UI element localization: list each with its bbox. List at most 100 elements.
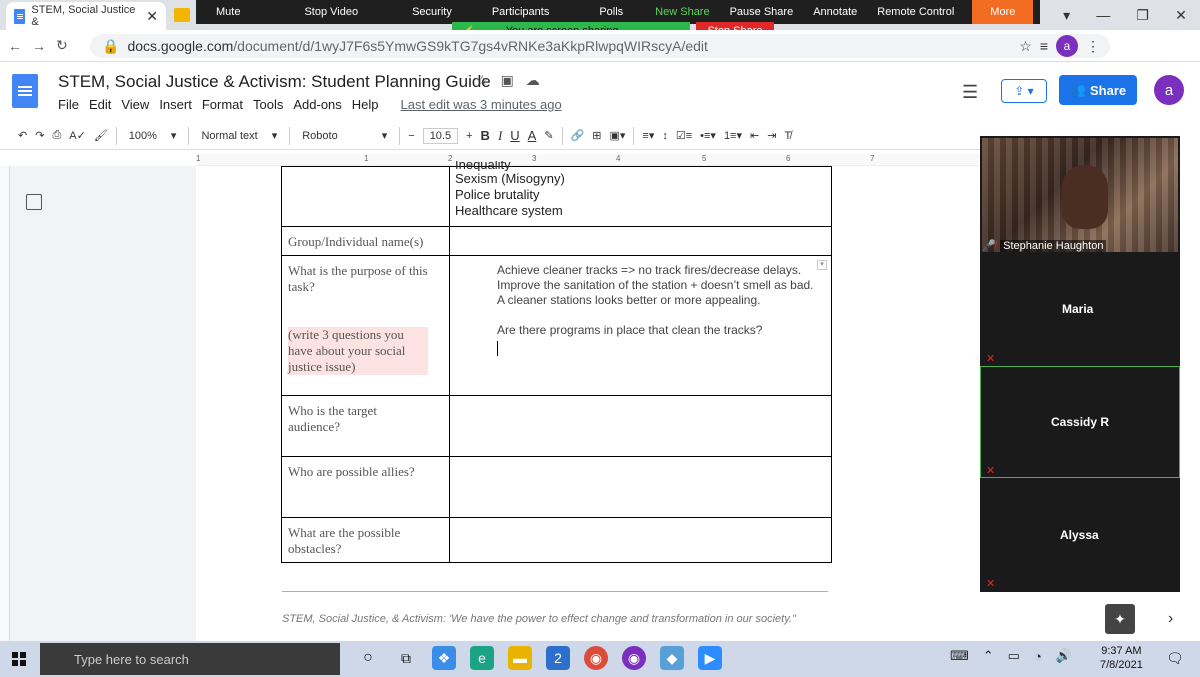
font-size-input[interactable]: 10.5 (422, 127, 459, 144)
restore-icon[interactable]: ❐ (1136, 7, 1149, 24)
table-cell-answer[interactable]: Achieve cleaner tracks => no track fires… (449, 255, 832, 396)
table-cell-answer[interactable] (449, 456, 832, 518)
bold-icon[interactable]: B (481, 128, 490, 143)
redo-icon[interactable]: ↷ (35, 129, 44, 142)
explore-icon[interactable]: ✦ (1105, 604, 1135, 634)
taskbar-search[interactable]: Type here to search (40, 643, 340, 675)
link-icon[interactable]: 🔗 (571, 129, 585, 142)
volume-icon[interactable]: 🔊 (1056, 648, 1072, 664)
notifications-icon[interactable]: 🗨 (1166, 650, 1184, 667)
forward-icon[interactable]: → (32, 38, 46, 54)
edge-icon[interactable]: e (470, 646, 494, 670)
clear-format-icon[interactable]: T̸ (784, 130, 791, 142)
zoom-app-icon[interactable]: ▶ (698, 646, 722, 670)
security-button[interactable]: Security (368, 6, 462, 18)
horizontal-ruler[interactable]: 1 1 2 3 4 5 6 7 (196, 154, 980, 166)
document-footer[interactable]: STEM, Social Justice, & Activism: 'We ha… (282, 613, 796, 625)
menu-help[interactable]: Help (352, 97, 379, 112)
remote-control-button[interactable]: Remote Control (867, 6, 964, 18)
annotate-button[interactable]: Annotate (803, 6, 867, 18)
windows-start-icon[interactable] (12, 652, 26, 666)
menu-tools[interactable]: Tools (253, 97, 283, 112)
mail-icon[interactable]: 2 (546, 646, 570, 670)
table-cell-answer[interactable] (449, 395, 832, 457)
minimize-icon[interactable]: — (1096, 7, 1110, 23)
table-row[interactable]: Group/Individual name(s) (281, 226, 450, 256)
participants-button[interactable]: Participants (462, 6, 559, 18)
table-cell-answer[interactable] (449, 226, 832, 256)
underline-icon[interactable]: U (510, 128, 519, 143)
close-tab-icon[interactable]: ✕ (146, 8, 158, 25)
notes-app-icon[interactable]: ◆ (660, 646, 684, 670)
table-cell-issues[interactable]: Inequality Sexism (Misogyny) Police brut… (449, 161, 832, 227)
slides-tab-icon[interactable] (174, 8, 190, 22)
table-cell-label-empty[interactable] (281, 166, 450, 227)
comment-history-icon[interactable]: ☰ (962, 82, 978, 103)
numbered-list-icon[interactable]: 1≡▾ (724, 129, 742, 142)
style-select[interactable]: Normal text ▾ (197, 129, 281, 143)
reload-icon[interactable]: ↻ (56, 37, 68, 54)
file-explorer-icon[interactable]: ▬ (508, 646, 532, 670)
increase-indent-icon[interactable]: ⇥ (767, 129, 776, 142)
cell-menu-icon[interactable]: ▾ (817, 260, 827, 270)
battery-icon[interactable]: ▭ (1008, 648, 1020, 664)
present-button[interactable]: ⇪ ▾ (1001, 79, 1047, 103)
chrome-profile-icon[interactable]: ◉ (622, 646, 646, 670)
table-row[interactable]: What is the purpose of this task? (write… (281, 255, 450, 396)
align-icon[interactable]: ≡▾ (642, 129, 654, 142)
share-button[interactable]: 👥 Share (1059, 75, 1137, 105)
italic-icon[interactable]: I (498, 128, 502, 144)
document-title[interactable]: STEM, Social Justice & Activism: Student… (58, 72, 491, 92)
paint-format-icon[interactable]: 🖌 (94, 129, 108, 142)
zoom-select[interactable]: 100% ▾ (125, 129, 181, 143)
highlight-icon[interactable]: ✎ (544, 129, 553, 142)
new-share-button[interactable]: New Share (633, 6, 719, 18)
dropbox-icon[interactable]: ❖ (432, 646, 456, 670)
menu-view[interactable]: View (121, 97, 149, 112)
undo-icon[interactable]: ↶ (18, 129, 27, 142)
star-icon[interactable]: ☆ (476, 72, 489, 89)
table-row[interactable]: Who are possible allies? (281, 456, 450, 518)
menu-addons[interactable]: Add-ons (293, 97, 341, 112)
text-color-icon[interactable]: A (528, 128, 537, 143)
mute-button[interactable]: Mute (196, 6, 250, 18)
spellcheck-icon[interactable]: A✓ (69, 129, 86, 142)
cloud-status-icon[interactable]: ☁ (526, 72, 540, 89)
show-hidden-icon[interactable]: ⌃ (983, 648, 994, 664)
menu-format[interactable]: Format (202, 97, 243, 112)
polls-button[interactable]: Polls (559, 6, 633, 18)
bullet-list-icon[interactable]: •≡▾ (700, 129, 716, 142)
menu-file[interactable]: File (58, 97, 79, 112)
decrease-font-icon[interactable]: − (408, 130, 414, 142)
close-window-icon[interactable]: ✕ (1175, 7, 1187, 24)
docs-logo-icon[interactable] (12, 74, 38, 108)
keyboard-icon[interactable]: ⌨ (950, 648, 969, 664)
menu-insert[interactable]: Insert (159, 97, 192, 112)
bookmark-star-icon[interactable]: ☆ (1019, 38, 1032, 55)
table-row[interactable]: Who is the target audience? (281, 395, 450, 457)
pause-share-button[interactable]: Pause Share (720, 6, 804, 18)
browser-tab[interactable]: STEM, Social Justice & ✕ (6, 2, 166, 30)
last-edit-link[interactable]: Last edit was 3 minutes ago (401, 97, 562, 112)
taskbar-clock[interactable]: 9:37 AM 7/8/2021 (1100, 644, 1143, 672)
print-icon[interactable]: ⎙ (52, 129, 61, 142)
cortana-icon[interactable]: ○ (356, 646, 380, 670)
url-bar[interactable]: 🔒 docs.google.com/document/d/1wyJ7F6s5Ym… (90, 34, 1110, 58)
media-control-icon[interactable]: ≡ (1040, 38, 1048, 54)
checklist-icon[interactable]: ☑≡ (676, 129, 692, 142)
more-button[interactable]: More (972, 0, 1034, 24)
decrease-indent-icon[interactable]: ⇤ (750, 129, 759, 142)
wifi-icon[interactable]: ◔ (1034, 649, 1042, 664)
menu-edit[interactable]: Edit (89, 97, 111, 112)
increase-font-icon[interactable]: + (466, 130, 472, 142)
font-select[interactable]: Roboto ▾ (298, 129, 391, 143)
line-spacing-icon[interactable]: ↕ (662, 130, 668, 142)
back-icon[interactable]: ← (8, 38, 22, 54)
move-folder-icon[interactable]: ▣ (501, 72, 514, 89)
chrome-icon[interactable]: ◉ (584, 646, 608, 670)
account-avatar[interactable]: a (1154, 75, 1184, 105)
chrome-menu-icon[interactable]: ⋮ (1086, 38, 1100, 55)
image-icon[interactable]: ▣▾ (609, 129, 625, 142)
task-view-icon[interactable]: ⧉ (394, 646, 418, 670)
browser-profile-avatar[interactable]: a (1056, 35, 1078, 57)
